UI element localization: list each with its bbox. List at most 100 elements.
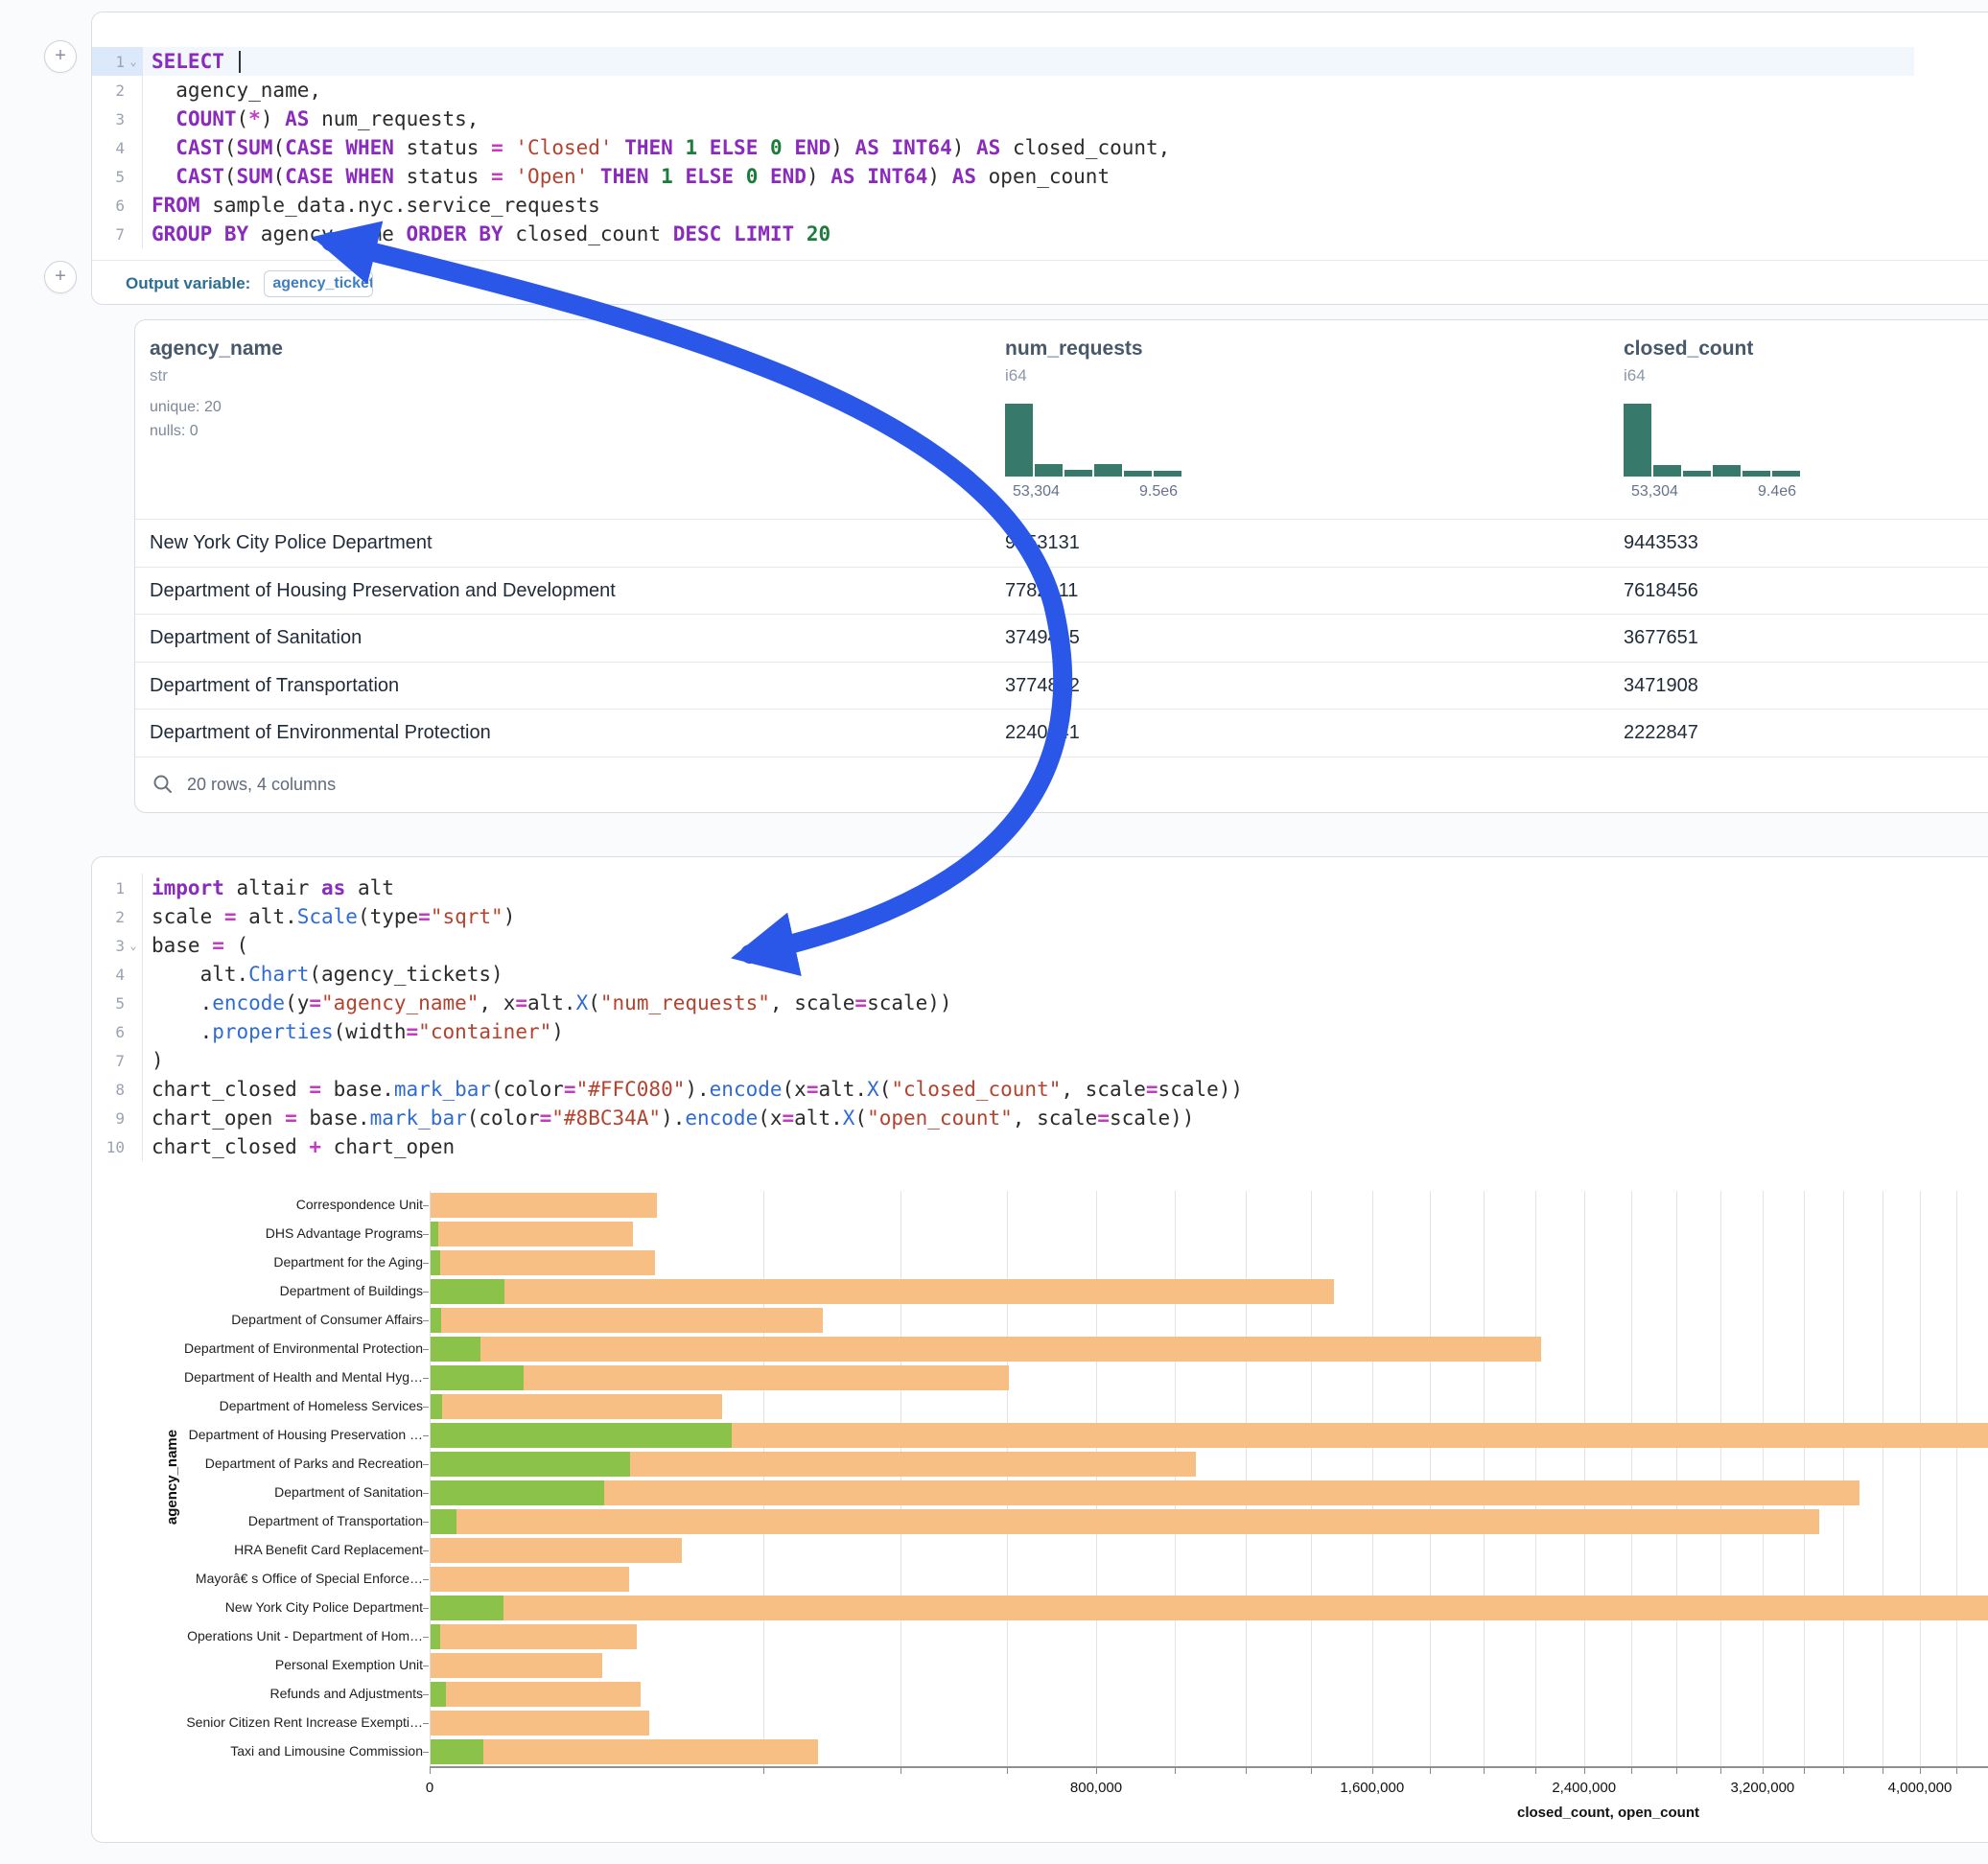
y-axis-tick bbox=[423, 1292, 429, 1293]
bar-closed-count bbox=[431, 1596, 1988, 1620]
y-axis-tick bbox=[423, 1493, 429, 1494]
bar-closed-count bbox=[431, 1394, 722, 1419]
bar-closed-count bbox=[431, 1337, 1541, 1362]
x-axis-tick-label: 2,400,000 bbox=[1552, 1780, 1616, 1796]
y-axis-label: Refunds and Adjustments bbox=[153, 1686, 423, 1701]
bar-open-count bbox=[431, 1596, 503, 1620]
bar-open-count bbox=[431, 1365, 524, 1390]
y-axis-label: Department of Health and Mental Hyg… bbox=[153, 1369, 423, 1385]
gridline bbox=[1311, 1191, 1312, 1766]
y-axis-tick bbox=[423, 1752, 429, 1753]
bar-open-count bbox=[431, 1423, 732, 1448]
x-axis-tick bbox=[900, 1767, 901, 1774]
x-axis-tick bbox=[1763, 1767, 1764, 1774]
y-axis-label: Correspondence Unit bbox=[153, 1197, 423, 1212]
y-axis-label: Personal Exemption Unit bbox=[153, 1657, 423, 1672]
x-axis-tick bbox=[1535, 1767, 1536, 1774]
bar-open-count bbox=[431, 1624, 440, 1649]
x-axis-tick-label: 4,000,000 bbox=[1888, 1780, 1953, 1796]
y-axis-tick bbox=[423, 1263, 429, 1264]
y-axis-label: Taxi and Limousine Commission bbox=[153, 1743, 423, 1759]
bar-open-count bbox=[431, 1250, 440, 1275]
bar-closed-count bbox=[431, 1308, 823, 1333]
y-axis-tick bbox=[423, 1435, 429, 1436]
gridline bbox=[1631, 1191, 1632, 1766]
x-axis-tick bbox=[1372, 1767, 1373, 1774]
bar-open-count bbox=[431, 1308, 441, 1333]
y-axis-tick bbox=[423, 1464, 429, 1465]
altair-chart: agency_name closed_count, open_count Cor… bbox=[0, 0, 1988, 1864]
y-axis-tick bbox=[423, 1550, 429, 1551]
gridline bbox=[900, 1191, 901, 1766]
y-axis-label: New York City Police Department bbox=[153, 1599, 423, 1615]
x-axis-tick bbox=[763, 1767, 764, 1774]
gridline bbox=[1584, 1191, 1585, 1766]
x-axis-tick bbox=[1804, 1767, 1805, 1774]
bar-closed-count bbox=[431, 1250, 655, 1275]
y-axis-label: Department of Sanitation bbox=[153, 1484, 423, 1500]
bar-closed-count bbox=[431, 1739, 818, 1764]
gridline bbox=[1720, 1191, 1721, 1766]
y-axis-tick bbox=[423, 1637, 429, 1638]
y-axis-label: Department of Parks and Recreation bbox=[153, 1456, 423, 1471]
y-axis-tick bbox=[423, 1522, 429, 1523]
bar-open-count bbox=[431, 1452, 630, 1477]
bar-open-count bbox=[431, 1739, 483, 1764]
x-axis-tick-label: 1,600,000 bbox=[1340, 1780, 1404, 1796]
x-axis-tick bbox=[1720, 1767, 1721, 1774]
x-axis-tick bbox=[1430, 1767, 1431, 1774]
x-axis-tick-label: 3,200,000 bbox=[1731, 1780, 1795, 1796]
y-axis-label: Department of Homeless Services bbox=[153, 1398, 423, 1413]
bar-open-count bbox=[431, 1337, 480, 1362]
gridline bbox=[1843, 1191, 1844, 1766]
y-axis-tick bbox=[423, 1378, 429, 1379]
x-axis-tick bbox=[1175, 1767, 1176, 1774]
x-axis-tick bbox=[1676, 1767, 1677, 1774]
x-axis-tick bbox=[1920, 1767, 1921, 1774]
bar-closed-count bbox=[431, 1711, 649, 1736]
x-axis-tick bbox=[430, 1767, 431, 1774]
bar-closed-count bbox=[431, 1480, 1859, 1505]
y-axis-tick bbox=[423, 1579, 429, 1580]
gridline bbox=[1956, 1191, 1957, 1766]
bar-closed-count bbox=[431, 1509, 1819, 1534]
gridline bbox=[1676, 1191, 1677, 1766]
x-axis-tick bbox=[1843, 1767, 1844, 1774]
x-axis-tick-label: 800,000 bbox=[1070, 1780, 1122, 1796]
y-axis-label: Operations Unit - Department of Hom… bbox=[153, 1628, 423, 1643]
bar-closed-count bbox=[431, 1538, 682, 1563]
bar-open-count bbox=[431, 1394, 442, 1419]
gridline bbox=[1430, 1191, 1431, 1766]
x-axis-tick bbox=[1631, 1767, 1632, 1774]
y-axis-label: Department of Environmental Protection bbox=[153, 1340, 423, 1356]
x-axis-tick bbox=[1484, 1767, 1485, 1774]
bar-open-count bbox=[431, 1279, 504, 1304]
y-axis-tick bbox=[423, 1320, 429, 1321]
x-axis-title: closed_count, open_count bbox=[1517, 1805, 1699, 1821]
x-axis-tick bbox=[1096, 1767, 1097, 1774]
y-axis-label: DHS Advantage Programs bbox=[153, 1225, 423, 1241]
y-axis-title: agency_name bbox=[164, 1430, 180, 1525]
bar-closed-count bbox=[431, 1567, 629, 1592]
gridline bbox=[1920, 1191, 1921, 1766]
y-axis-tick bbox=[423, 1407, 429, 1408]
bar-closed-count bbox=[431, 1279, 1334, 1304]
bar-open-count bbox=[431, 1509, 456, 1534]
y-axis-label: Department of Transportation bbox=[153, 1513, 423, 1528]
y-axis-label: Senior Citizen Rent Increase Exempti… bbox=[153, 1714, 423, 1730]
bar-open-count bbox=[431, 1222, 438, 1247]
bar-closed-count bbox=[431, 1222, 633, 1247]
x-axis-tick-label: 0 bbox=[426, 1780, 433, 1796]
y-axis-tick bbox=[423, 1234, 429, 1235]
bar-open-count bbox=[431, 1480, 604, 1505]
y-axis-tick bbox=[423, 1608, 429, 1609]
y-axis-label: Mayorâ€ s Office of Special Enforce… bbox=[153, 1571, 423, 1586]
bar-closed-count bbox=[431, 1193, 657, 1218]
bar-closed-count bbox=[431, 1624, 637, 1649]
x-axis-line bbox=[430, 1766, 1988, 1768]
x-axis-tick bbox=[1956, 1767, 1957, 1774]
y-axis-label: Department of Consumer Affairs bbox=[153, 1312, 423, 1327]
gridline bbox=[1246, 1191, 1247, 1766]
y-axis-tick bbox=[423, 1694, 429, 1695]
bar-closed-count bbox=[431, 1653, 602, 1678]
